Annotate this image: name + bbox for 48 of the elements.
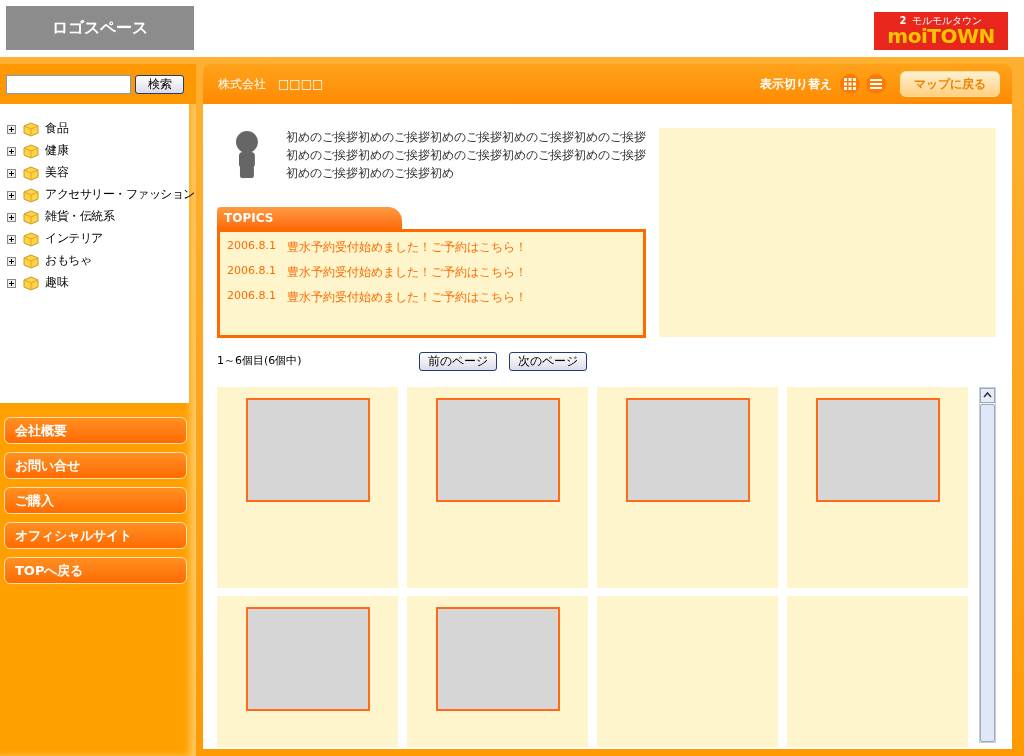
folder-icon	[23, 275, 39, 291]
product-card[interactable]	[787, 387, 968, 588]
topic-date: 2006.8.1	[227, 263, 277, 280]
expand-icon[interactable]	[7, 124, 16, 134]
folder-icon	[23, 121, 39, 137]
item-count: 1～6個目(6個中)	[217, 352, 303, 369]
expand-icon[interactable]	[7, 234, 16, 244]
product-card[interactable]	[217, 387, 398, 588]
scrollbar[interactable]	[979, 387, 996, 743]
search-field[interactable]	[6, 74, 131, 94]
folder-icon	[23, 253, 39, 269]
folder-icon	[23, 231, 39, 247]
person-silhouette-icon	[233, 130, 261, 178]
category-link[interactable]: 食品	[45, 120, 68, 138]
folder-icon	[23, 187, 39, 203]
scroll-up-icon[interactable]	[980, 388, 995, 403]
next-page-button[interactable]: 次のページ	[509, 351, 587, 371]
folder-icon	[23, 165, 39, 181]
category-link[interactable]: インテリア	[45, 230, 103, 248]
expand-icon[interactable]	[7, 256, 16, 266]
category-link[interactable]: アクセサリー・ファッション	[45, 186, 195, 204]
category-link[interactable]: 雑貨・伝統系	[45, 208, 114, 226]
product-card[interactable]	[407, 596, 588, 747]
expand-icon[interactable]	[7, 168, 16, 178]
product-card[interactable]	[407, 387, 588, 588]
product-card[interactable]	[597, 387, 778, 588]
expand-icon[interactable]	[7, 146, 16, 156]
expand-icon[interactable]	[7, 278, 16, 288]
brand-logo[interactable]: 2 モルモルタウン moiTOWN	[874, 12, 1008, 50]
previous-page-button[interactable]: 前のページ	[419, 351, 497, 371]
grid-view-icon[interactable]	[840, 74, 860, 94]
topic-date: 2006.8.1	[227, 238, 277, 255]
category-link[interactable]: 美容	[45, 164, 68, 182]
list-view-icon[interactable]	[866, 74, 886, 94]
category-link[interactable]: 趣味	[45, 274, 68, 292]
expand-icon[interactable]	[7, 190, 16, 200]
logo-text: ロゴスペース	[52, 17, 148, 39]
company-name: 株式会社 □□□□	[218, 76, 324, 93]
search-button[interactable]: 検索	[135, 74, 184, 94]
category-link[interactable]: おもちゃ	[45, 252, 91, 270]
expand-icon[interactable]	[7, 212, 16, 222]
product-card[interactable]	[217, 596, 398, 747]
category-link[interactable]: 健康	[45, 142, 68, 160]
greeting-text: 初めのご挨拶初めのご挨拶初めのご挨拶初めのご挨拶初めのご挨拶初めのご挨拶初めのご挨拶初めのご挨拶初めのご挨拶初めのご挨拶初めのご挨拶初めのご挨拶初め	[285, 129, 646, 182]
view-toggle-label: 表示切り替え	[760, 76, 832, 93]
folder-icon	[23, 209, 39, 225]
folder-icon	[23, 143, 39, 159]
topic-date: 2006.8.1	[227, 288, 277, 305]
